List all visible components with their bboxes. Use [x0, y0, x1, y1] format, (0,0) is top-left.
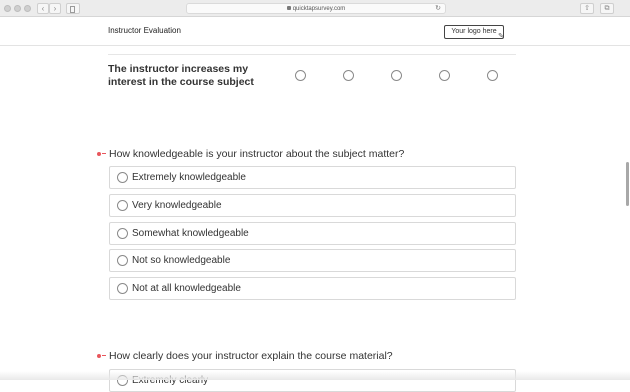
divider	[108, 54, 516, 55]
zoom-window-icon[interactable]	[24, 5, 31, 12]
back-button[interactable]: ‹	[37, 3, 49, 14]
minimize-window-icon[interactable]	[14, 5, 21, 12]
bottom-fade	[0, 371, 630, 380]
scrollbar[interactable]	[626, 162, 629, 206]
sidebar-toggle-icon[interactable]	[66, 3, 80, 14]
radio-button[interactable]	[117, 172, 128, 183]
url-text: quicktapsurvey.com	[292, 6, 346, 12]
reload-button[interactable]: ↻	[435, 4, 441, 14]
matrix-radio-2[interactable]	[343, 70, 354, 81]
radio-button[interactable]	[117, 255, 128, 266]
matrix-radio-4[interactable]	[439, 70, 450, 81]
survey-title: Instructor Evaluation	[108, 26, 181, 35]
share-button[interactable]: ⇧	[580, 3, 594, 14]
matrix-statement: The instructor increases my interest in …	[108, 63, 254, 88]
answer-option-label: Not at all knowledgeable	[132, 283, 241, 294]
required-marker-line	[102, 355, 106, 356]
logo-placeholder-label: Your logo here	[451, 28, 497, 35]
logo-placeholder[interactable]: Your logo here ✎	[444, 25, 504, 40]
matrix-radio-3[interactable]	[391, 70, 402, 81]
lock-icon	[286, 6, 291, 10]
tabs-overview-button[interactable]: ⧉	[600, 3, 614, 14]
close-window-icon[interactable]	[4, 5, 11, 12]
required-marker-icon	[97, 152, 101, 156]
answer-option[interactable]: Not so knowledgeable	[109, 249, 516, 272]
matrix-radio-1[interactable]	[295, 70, 306, 81]
answer-option[interactable]: Somewhat knowledgeable	[109, 222, 516, 245]
required-marker-line	[102, 153, 106, 154]
question-title: How knowledgeable is your instructor abo…	[109, 148, 405, 160]
address-bar[interactable]: quicktapsurvey.com ↻	[186, 3, 446, 14]
edit-pencil-icon: ✎	[498, 33, 504, 40]
survey-header: Instructor Evaluation Your logo here ✎	[0, 17, 630, 46]
answer-option[interactable]: Very knowledgeable	[109, 194, 516, 217]
radio-button[interactable]	[117, 200, 128, 211]
browser-toolbar: ‹ › quicktapsurvey.com ↻ ⇧ ⧉	[0, 0, 630, 17]
answer-option-label: Very knowledgeable	[132, 200, 222, 211]
radio-button[interactable]	[117, 283, 128, 294]
answer-option[interactable]: Extremely knowledgeable	[109, 166, 516, 189]
answer-option-label: Extremely knowledgeable	[132, 172, 246, 183]
matrix-radio-5[interactable]	[487, 70, 498, 81]
answer-option-label: Somewhat knowledgeable	[132, 228, 249, 239]
radio-button[interactable]	[117, 228, 128, 239]
answer-option-label: Not so knowledgeable	[132, 255, 231, 266]
question-title: How clearly does your instructor explain…	[109, 350, 393, 362]
answer-option[interactable]: Not at all knowledgeable	[109, 277, 516, 300]
forward-button[interactable]: ›	[49, 3, 61, 14]
required-marker-icon	[97, 354, 101, 358]
